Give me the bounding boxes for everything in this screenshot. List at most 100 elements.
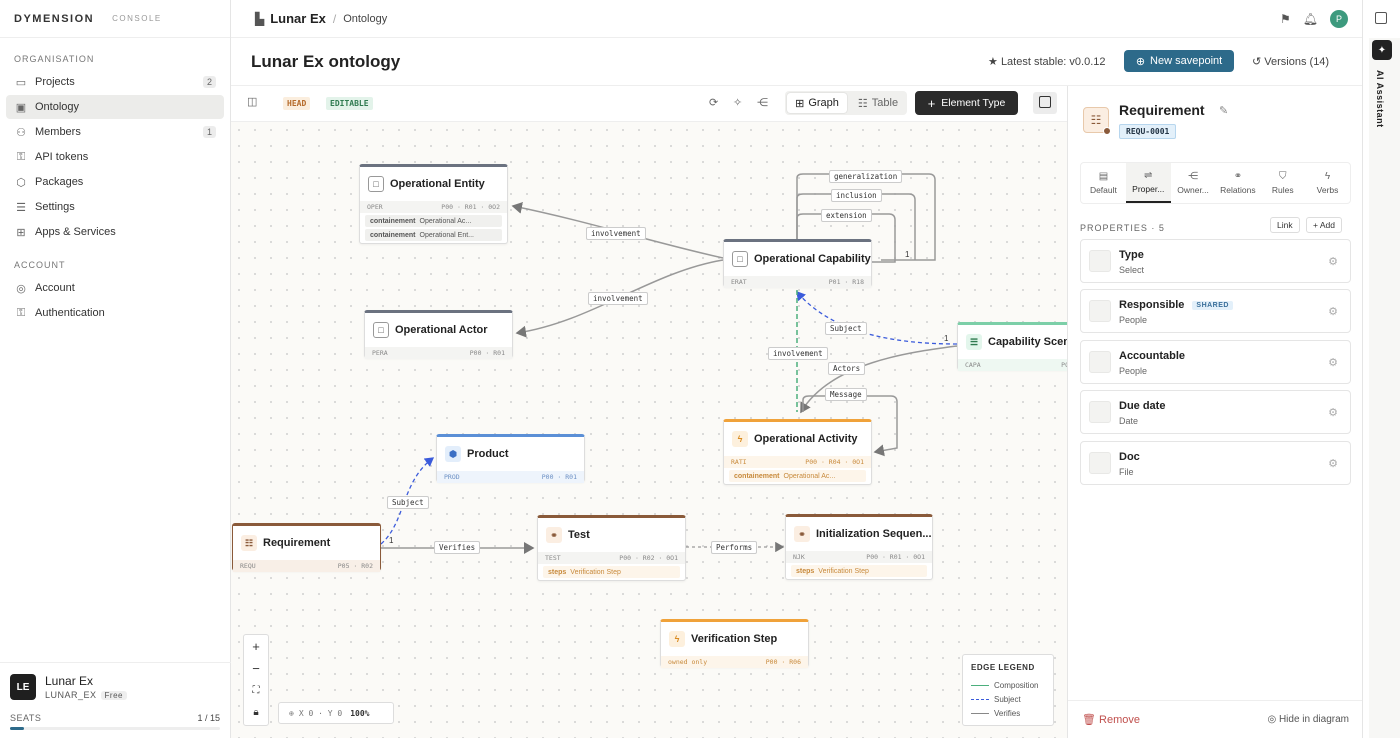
remove-button[interactable]: 🗑︎ Remove: [1082, 713, 1140, 726]
edge-label-subject[interactable]: Subject: [387, 496, 429, 509]
sidebar-item-authentication[interactable]: ⚿ Authentication: [6, 301, 224, 325]
hide-in-diagram-button[interactable]: ◎ Hide in diagram: [1267, 714, 1349, 725]
new-savepoint-button[interactable]: ⊕ New savepoint: [1124, 50, 1234, 72]
ai-assistant-rail: ✦ AI Assistant: [1362, 0, 1400, 738]
node-operational-activity[interactable]: ϟ Operational Activity RATI P00 · R04 · 0O…: [723, 419, 872, 485]
property-card[interactable]: Type Select ⚙: [1080, 239, 1351, 283]
sidebar-item-members[interactable]: ⚇ Members 1: [6, 120, 224, 144]
share-graph-icon[interactable]: ⋲: [757, 96, 768, 109]
fit-view-icon[interactable]: ⛶: [244, 679, 268, 701]
sidebar-item-apps[interactable]: ⊞ Apps & Services: [6, 220, 224, 244]
edge-label-involvement[interactable]: involvement: [586, 227, 646, 240]
edge-label-inclusion[interactable]: inclusion: [831, 189, 882, 202]
brand-logo[interactable]: DYMENSION: [14, 13, 94, 25]
tab-table[interactable]: ☷ Table: [851, 93, 905, 113]
node-verification-step[interactable]: ϟ Verification Step owned only P00 · R06: [660, 619, 809, 668]
pencil-icon[interactable]: ✎: [1219, 104, 1228, 117]
graph-canvas[interactable]: involvement involvement generalization i…: [231, 122, 1067, 738]
edge-label-performs[interactable]: Performs: [711, 541, 758, 554]
seats-label: SEATS: [10, 713, 42, 723]
sidebar-item-account[interactable]: ◎ Account: [6, 276, 224, 300]
sidebar-item-api-tokens[interactable]: ⚿ API tokens: [6, 145, 224, 169]
property-icon: [1089, 351, 1111, 373]
versions-button[interactable]: ↺ Versions (14): [1252, 55, 1329, 68]
sidebar-item-ontology[interactable]: ▣ Ontology: [6, 95, 224, 119]
property-card[interactable]: Accountable People ⚙: [1080, 340, 1351, 384]
user-avatar[interactable]: P: [1330, 10, 1348, 28]
seats-bar: [10, 727, 220, 730]
zoom-out-icon[interactable]: −: [244, 657, 268, 679]
sidebar-toggle-icon[interactable]: ◫: [247, 95, 257, 108]
topbar-actions: ⚑ 🔔︎ P: [1280, 10, 1348, 28]
edge-label-involvement[interactable]: involvement: [588, 292, 648, 305]
property-icon: [1089, 300, 1111, 322]
node-initialization-sequence[interactable]: ⚭ Initialization Sequen... NJK P00 · R01 ·…: [785, 514, 933, 580]
node-row[interactable]: containement Operational Ac...: [729, 470, 866, 482]
org-avatar: LE: [10, 674, 36, 700]
feedback-icon[interactable]: ⚑: [1280, 12, 1291, 26]
add-property-button[interactable]: + Add: [1306, 217, 1342, 233]
gear-icon[interactable]: ⚙: [1328, 406, 1338, 419]
zoom-in-icon[interactable]: +: [244, 635, 268, 657]
legend-item: Subject: [971, 692, 1045, 706]
edge-label-generalization[interactable]: generalization: [829, 170, 903, 183]
tab-rules[interactable]: ⛉ Rules: [1260, 163, 1305, 203]
ai-assistant-icon[interactable]: ✦: [1372, 40, 1392, 60]
latest-stable[interactable]: ★ Latest stable: v0.0.12: [988, 55, 1106, 68]
tab-relations[interactable]: ⚭ Relations: [1215, 163, 1260, 203]
sidebar-item-label: Settings: [35, 201, 75, 213]
lock-icon[interactable]: 🔒︎: [244, 701, 268, 723]
node-row[interactable]: steps Verification Step: [791, 565, 927, 577]
ai-assistant-label[interactable]: AI Assistant: [1375, 70, 1385, 128]
tab-owner[interactable]: ⋲ Owner...: [1171, 163, 1216, 203]
org-switcher[interactable]: LE Lunar Ex LUNAR_EX Free SEATS 1 / 15: [0, 662, 231, 738]
panel-toggle-icon[interactable]: [1375, 12, 1387, 24]
edge-label-verifies[interactable]: Verifies: [434, 541, 481, 554]
node-product[interactable]: ⬢ Product PROD P00 · R01: [436, 434, 585, 483]
sidebar-item-packages[interactable]: ⬡ Packages: [6, 170, 224, 194]
gear-icon[interactable]: ⚙: [1328, 305, 1338, 318]
refresh-icon[interactable]: ⟳: [709, 96, 718, 109]
add-element-type-button[interactable]: + Element Type: [915, 91, 1018, 115]
node-operational-capability[interactable]: □ Operational Capability ERAT P01 · R18: [723, 239, 872, 288]
node-row[interactable]: steps Verification Step: [543, 566, 680, 578]
org-section-label: ORGANISATION: [14, 54, 95, 64]
edge-label-message[interactable]: Message: [825, 388, 867, 401]
tab-label: Proper...: [1132, 184, 1165, 194]
element-id-badge[interactable]: REQU-0001: [1119, 124, 1177, 139]
inspector-tabs: ▤ Default ⇌ Proper... ⋲ Owner... ⚭ Relations…: [1080, 162, 1351, 204]
node-test[interactable]: ⚭ Test TEST P00 · R02 · 0O1 steps Verificat…: [537, 515, 686, 581]
edge-label-involvement[interactable]: involvement: [768, 347, 828, 360]
panel-toggle-button[interactable]: [1033, 92, 1057, 114]
gear-icon[interactable]: ⚙: [1328, 457, 1338, 470]
tab-default[interactable]: ▤ Default: [1081, 163, 1126, 203]
gear-icon[interactable]: ⚙: [1328, 356, 1338, 369]
node-requirement[interactable]: ☷ Requirement REQU P05 · R02: [232, 523, 381, 572]
gear-icon[interactable]: ⚙: [1328, 255, 1338, 268]
bell-icon[interactable]: 🔔︎: [1303, 12, 1318, 26]
view-switch: ⊞ Graph ☷ Table: [785, 91, 907, 115]
folder-icon: ▭: [15, 76, 27, 89]
edge-label-subject[interactable]: Subject: [825, 322, 867, 335]
property-card[interactable]: Responsible SHARED People ⚙: [1080, 289, 1351, 333]
property-card[interactable]: Due date Date ⚙: [1080, 390, 1351, 434]
node-operational-actor[interactable]: □ Operational Actor PERA P00 · R01: [364, 310, 513, 359]
edge-label-extension[interactable]: extension: [821, 209, 872, 222]
breadcrumb-page[interactable]: Ontology: [343, 13, 387, 25]
tab-verbs[interactable]: ϟ Verbs: [1305, 163, 1350, 203]
node-row[interactable]: containement Operational Ent...: [365, 229, 502, 241]
tab-graph[interactable]: ⊞ Graph: [787, 93, 847, 113]
multiplicity-label: 1: [905, 250, 910, 259]
ai-assistant-tab[interactable]: [1369, 38, 1400, 738]
node-operational-entity[interactable]: □ Operational Entity OPER P00 · R01 · 0O2 …: [359, 164, 508, 244]
node-capability-scenario[interactable]: ☰ Capability Scena CAPAPO: [957, 322, 1067, 371]
breadcrumb-project[interactable]: Lunar Ex: [270, 11, 326, 26]
tab-properties[interactable]: ⇌ Proper...: [1125, 163, 1171, 203]
sidebar-item-settings[interactable]: ☰ Settings: [6, 195, 224, 219]
property-card[interactable]: Doc File ⚙: [1080, 441, 1351, 485]
sidebar-item-projects[interactable]: ▭ Projects 2: [6, 70, 224, 94]
link-button[interactable]: Link: [1270, 217, 1300, 233]
magic-wand-icon[interactable]: ✧: [733, 96, 742, 109]
edge-label-actors[interactable]: Actors: [828, 362, 866, 375]
node-row[interactable]: containement Operational Ac...: [365, 215, 502, 227]
